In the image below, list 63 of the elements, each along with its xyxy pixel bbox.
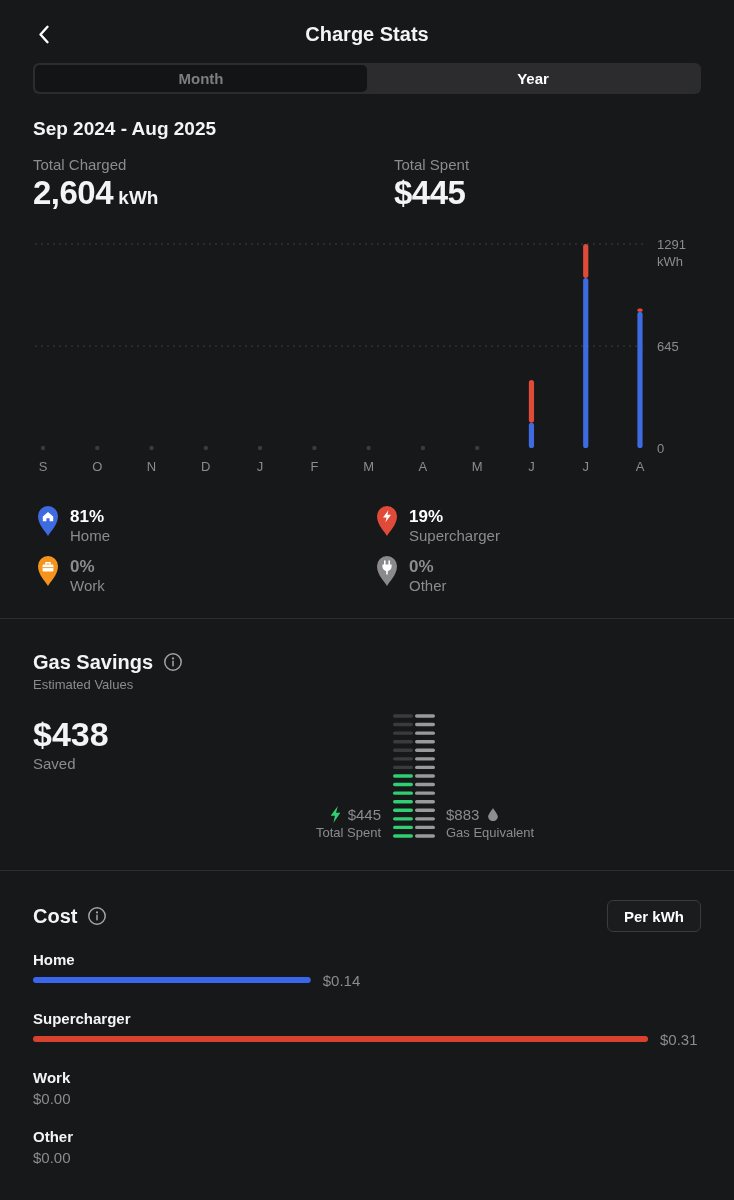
axis-tick-label: 645 <box>657 338 679 354</box>
zero-value-dot <box>312 445 317 451</box>
zero-value-dot <box>420 445 426 451</box>
cost-value-label: $0.31 <box>660 1031 698 1048</box>
cost-value-label: $0.00 <box>33 1149 71 1166</box>
cost-category-label: Home <box>33 950 75 968</box>
month-label: M <box>471 458 483 474</box>
spent-label: Total Spent <box>315 824 381 842</box>
per-kwh-button[interactable]: Per kWh <box>607 900 701 932</box>
screen-title: Charge Stats <box>305 22 429 46</box>
month-label: J <box>582 458 589 474</box>
zero-value-dot <box>366 445 371 451</box>
month-label: O <box>92 458 103 474</box>
cost-value-label: $0.00 <box>33 1090 71 1107</box>
source-percent: 19% <box>409 507 444 527</box>
saved-amount: $438 <box>33 714 109 754</box>
saved-label: Saved <box>33 754 76 774</box>
month-label: M <box>363 458 375 474</box>
period-tab[interactable]: Month <box>35 65 367 92</box>
total-value: $445 <box>394 174 466 212</box>
month-label: D <box>201 458 211 474</box>
cost-category-label: Work <box>33 1068 71 1086</box>
lightning-icon <box>329 806 341 823</box>
source-percent: 0% <box>409 557 434 577</box>
axis-tick-label: 0 <box>657 440 665 456</box>
month-label: J <box>528 458 535 474</box>
spent-amount: $445 <box>347 805 381 824</box>
axis-unit-label: kWh <box>657 253 683 269</box>
source-percent: 81% <box>70 507 105 527</box>
total-value: 2,604 kWh <box>33 174 159 213</box>
zero-value-dot <box>203 445 208 451</box>
month-label: S <box>38 458 48 474</box>
month-label: F <box>310 458 319 474</box>
source-label: Other <box>409 577 447 595</box>
zero-value-dot <box>149 445 154 451</box>
axis-tick-label: 1291 <box>657 236 686 252</box>
source-label: Supercharger <box>409 527 500 545</box>
zero-value-dot <box>40 445 46 451</box>
info-icon[interactable] <box>164 653 183 671</box>
droplet-icon <box>488 808 499 821</box>
cost-category-label: Other <box>33 1127 73 1145</box>
gas-equivalent-label: Gas Equivalent <box>446 824 535 842</box>
info-icon[interactable] <box>88 907 107 925</box>
zero-value-dot <box>475 445 480 451</box>
cost-value-label: $0.14 <box>322 972 361 989</box>
month-label: A <box>635 458 645 474</box>
cost-category-label: Supercharger <box>33 1009 131 1027</box>
month-label: A <box>418 458 428 474</box>
total-label: Total Charged <box>33 156 127 174</box>
month-label: J <box>256 458 264 474</box>
source-percent: 0% <box>70 557 95 577</box>
zero-value-dot <box>95 445 100 451</box>
source-label: Home <box>70 527 110 545</box>
gas-equivalent-amount: $883 <box>446 805 480 824</box>
back-icon[interactable] <box>38 24 50 44</box>
date-range: Sep 2024 - Aug 2025 <box>33 117 218 141</box>
total-label: Total Spent <box>394 156 470 174</box>
section-title: Cost <box>33 904 78 928</box>
section-title: Gas Savings <box>33 650 154 674</box>
zero-value-dot <box>257 445 263 451</box>
source-label: Work <box>70 577 105 595</box>
section-subtitle: Estimated Values <box>33 677 134 693</box>
month-label: N <box>146 458 157 474</box>
